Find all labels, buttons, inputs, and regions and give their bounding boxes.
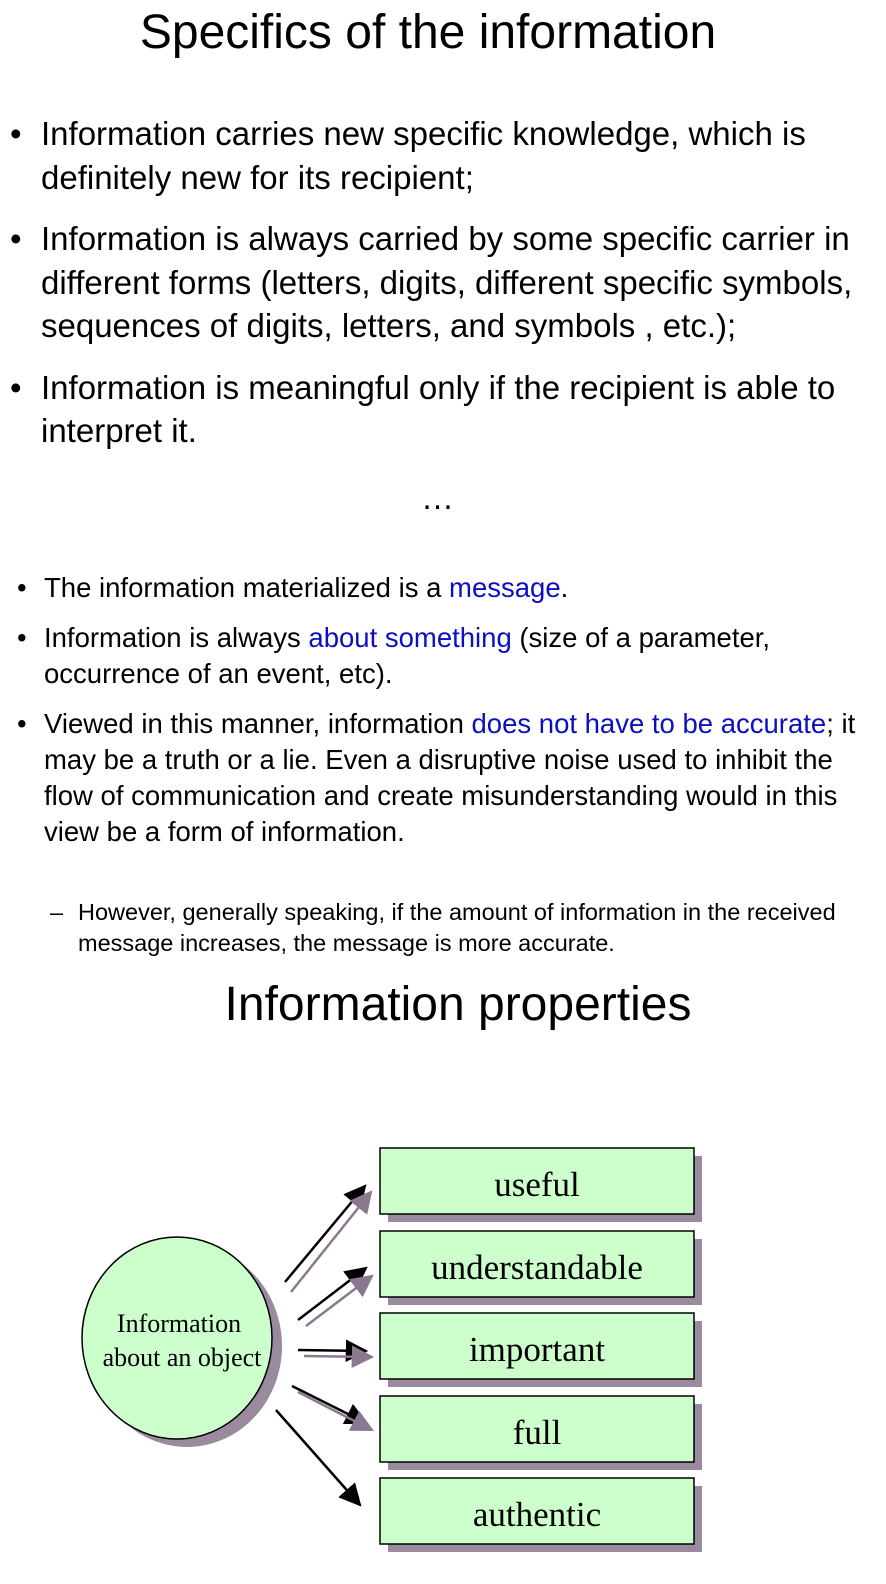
property-label: useful xyxy=(494,1165,580,1204)
message-bullet-1: The information materialized is a messag… xyxy=(17,570,877,606)
property-box-useful: useful xyxy=(379,1147,702,1222)
property-box-important: important xyxy=(379,1312,702,1387)
specifics-bullet-2: Information is always carried by some sp… xyxy=(10,217,870,348)
property-box-authentic: authentic xyxy=(379,1477,702,1552)
ellipsis: … xyxy=(421,479,455,516)
bullet-text: Viewed in this manner, information xyxy=(44,708,472,739)
property-label: important xyxy=(469,1330,605,1369)
circle-label-line2: about an object xyxy=(103,1343,263,1372)
circle-label-line1: Information xyxy=(117,1309,241,1338)
properties-diagram: Information about an object useful under… xyxy=(81,1147,702,1552)
property-box-full: full xyxy=(379,1395,702,1470)
property-label: understandable xyxy=(431,1248,643,1287)
specifics-bullet-3: Information is meaningful only if the re… xyxy=(10,366,870,453)
bullet-text: The information materialized is a xyxy=(44,572,450,603)
highlight-about-something: about something xyxy=(308,622,512,653)
highlight-message: message xyxy=(449,572,561,603)
object-circle: Information about an object xyxy=(81,1236,282,1447)
specifics-bullet-1: Information carries new specific knowled… xyxy=(10,112,870,199)
bullet-text: Information is always xyxy=(44,622,309,653)
slide-title-properties: Information properties xyxy=(224,978,692,1031)
slide-title-specifics: Specifics of the information xyxy=(139,6,717,59)
message-bullet-3: Viewed in this manner, information does … xyxy=(17,706,877,850)
arrows xyxy=(275,1184,375,1507)
message-bullet-2: Information is always about something (s… xyxy=(17,620,877,692)
message-bullet-list: The information materialized is a messag… xyxy=(17,570,877,864)
sub-bullet-accuracy: However, generally speaking, if the amou… xyxy=(50,897,880,959)
property-label: full xyxy=(513,1413,562,1452)
property-label: authentic xyxy=(473,1495,601,1534)
highlight-not-accurate: does not have to be accurate xyxy=(471,708,827,739)
bullet-text: . xyxy=(560,572,569,603)
specifics-bullet-list: Information carries new specific knowled… xyxy=(10,112,870,471)
property-box-understandable: understandable xyxy=(379,1230,702,1305)
